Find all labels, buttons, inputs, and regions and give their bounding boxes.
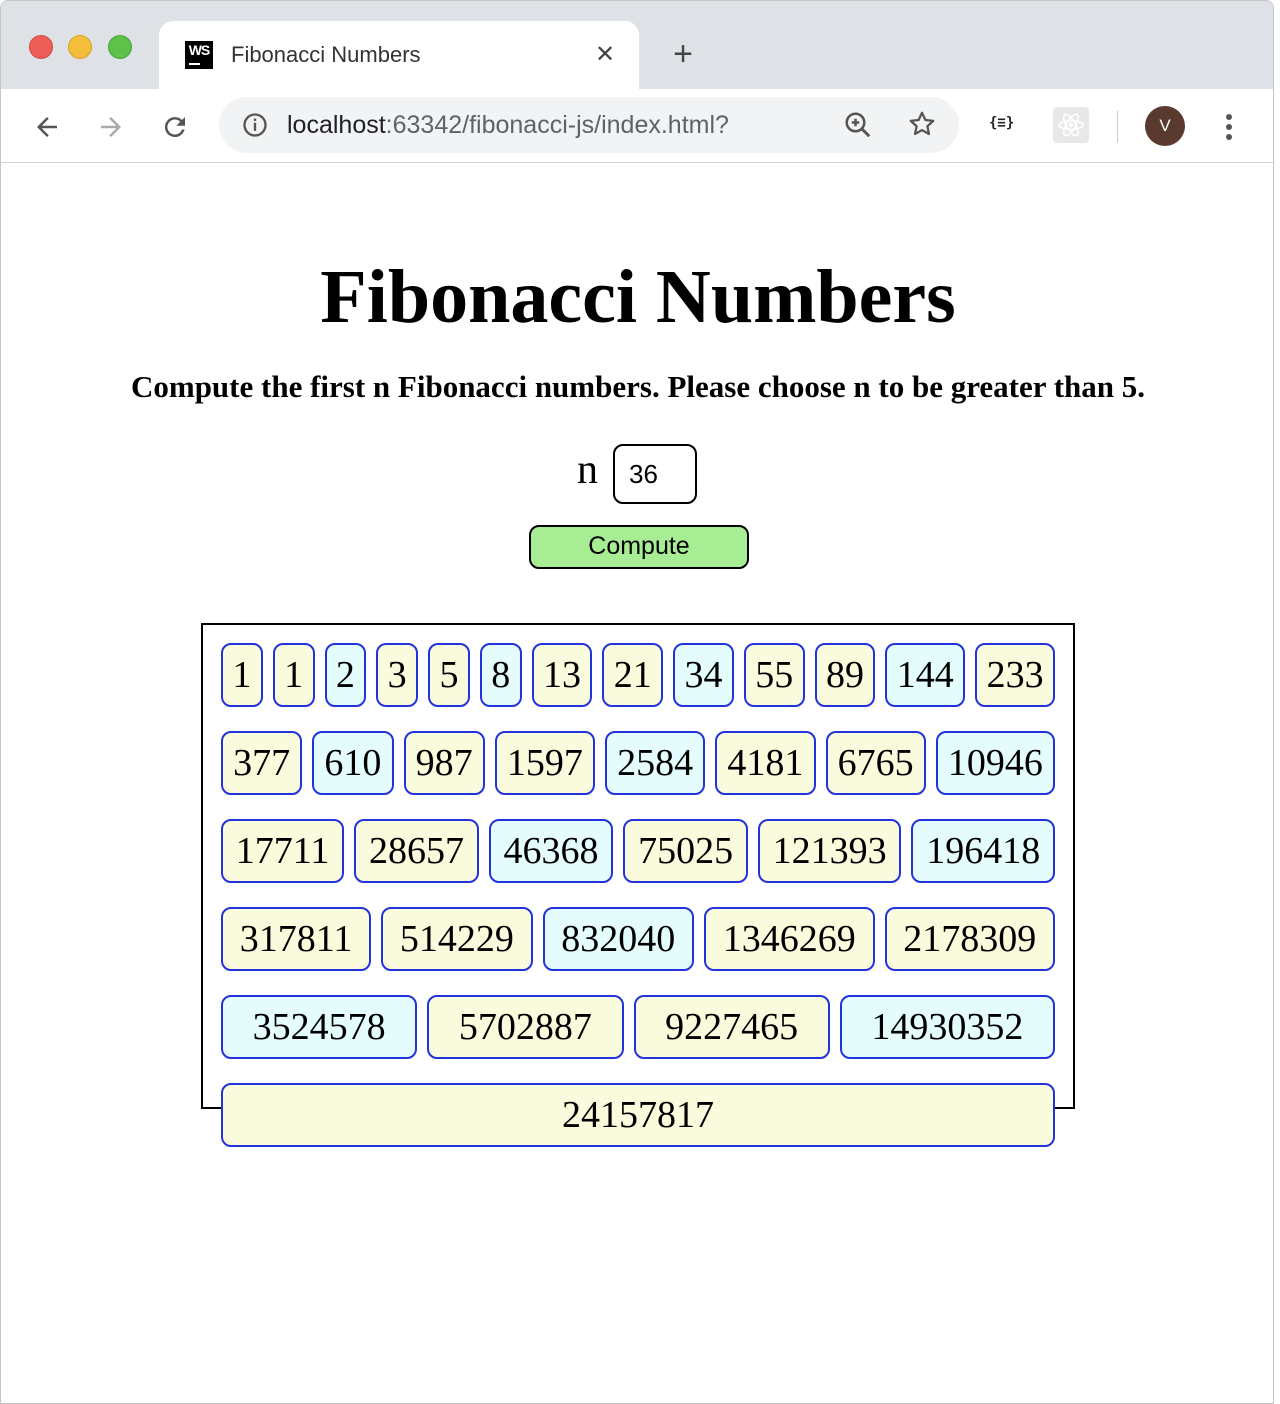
fibonacci-number-box: 34 (673, 643, 734, 707)
new-tab-icon[interactable]: + (665, 37, 701, 73)
fibonacci-number-box: 317811 (221, 907, 372, 971)
fibonacci-number-box: 9227465 (633, 995, 830, 1059)
url-path: :63342/fibonacci-js/index.html? (385, 111, 729, 139)
fibonacci-number-box: 89 (814, 643, 876, 707)
back-arrow-icon[interactable] (29, 109, 65, 145)
n-input[interactable] (613, 444, 697, 504)
fibonacci-number-box: 832040 (542, 907, 695, 971)
fibonacci-number-box: 46368 (488, 819, 614, 883)
minimize-window-button[interactable] (68, 35, 92, 59)
fibonacci-number-box: 17711 (221, 819, 345, 883)
fibonacci-number-box: 144 (885, 643, 966, 707)
fibonacci-number-box: 24157817 (221, 1083, 1055, 1147)
fibonacci-number-box: 21 (602, 643, 664, 707)
instruction-text: Compute the first n Fibonacci numbers. P… (130, 369, 1146, 404)
react-devtools-extension-icon[interactable] (1053, 107, 1089, 143)
fibonacci-number-box: 10946 (935, 731, 1055, 795)
fibonacci-number-box: 3524578 (221, 995, 418, 1059)
close-window-button[interactable] (29, 35, 53, 59)
info-icon[interactable] (241, 111, 269, 139)
fibonacci-number-box: 6765 (825, 731, 926, 795)
reload-icon[interactable] (157, 109, 193, 145)
fibonacci-number-box: 1597 (494, 731, 595, 795)
bookmark-star-icon[interactable] (907, 109, 937, 139)
json-viewer-extension-icon[interactable]: {≡} (989, 115, 1014, 131)
fibonacci-number-box: 1 (272, 643, 315, 707)
profile-avatar[interactable]: V (1145, 106, 1185, 146)
fibonacci-number-box: 2 (324, 643, 367, 707)
toolbar-divider (1117, 111, 1118, 143)
fibonacci-number-box: 377 (221, 731, 303, 795)
fibonacci-results-panel: 1 1 2 3 5 8 13 21 34 55 89 144 233 377 610 987 1597 2584 4… (201, 623, 1075, 1147)
fibonacci-number-box: 121393 (757, 819, 902, 883)
fibonacci-number-box: 13 (531, 643, 593, 707)
fibonacci-number-box: 2584 (605, 731, 706, 795)
compute-button[interactable]: Compute (529, 525, 749, 569)
fibonacci-number-box: 987 (403, 731, 485, 795)
fibonacci-number-box: 28657 (354, 819, 479, 883)
fibonacci-number-box: 8 (479, 643, 522, 707)
browser-window: WS Fibonacci Numbers ✕ + localhost:63342… (0, 0, 1274, 1404)
fibonacci-number-box: 233 (975, 643, 1055, 707)
fibonacci-grid: 1 1 2 3 5 8 13 21 34 55 89 144 233 377 610 987 1597 2584 4… (221, 643, 1056, 1147)
fibonacci-number-box: 196418 (911, 819, 1055, 883)
fibonacci-number-box: 610 (312, 731, 394, 795)
fibonacci-number-box: 5 (428, 643, 470, 707)
fibonacci-number-box: 1 (221, 643, 263, 707)
fibonacci-number-box: 55 (743, 643, 805, 707)
page-content: Fibonacci Numbers Compute the first n Fi… (1, 164, 1273, 1403)
fibonacci-number-box: 75025 (623, 819, 748, 883)
fibonacci-number-box: 2178309 (884, 907, 1056, 971)
n-input-row: n (1, 442, 1273, 506)
url-text[interactable]: localhost:63342/fibonacci-js/index.html? (287, 111, 729, 139)
active-tab[interactable]: WS Fibonacci Numbers ✕ (159, 21, 639, 89)
fibonacci-number-box: 14930352 (839, 995, 1055, 1059)
url-host: localhost (287, 111, 386, 139)
page-title: Fibonacci Numbers (320, 255, 956, 339)
fibonacci-number-box: 514229 (381, 907, 533, 971)
forward-arrow-icon[interactable] (93, 109, 129, 145)
fibonacci-number-box: 4181 (715, 731, 816, 795)
fibonacci-number-box: 5702887 (427, 995, 624, 1059)
browser-toolbar: localhost:63342/fibonacci-js/index.html?… (1, 89, 1273, 163)
more-menu-icon[interactable] (1215, 109, 1243, 145)
tab-title: Fibonacci Numbers (231, 42, 421, 67)
tab-strip: WS Fibonacci Numbers ✕ + (1, 1, 1273, 89)
n-label: n (577, 447, 598, 493)
zoom-icon[interactable] (843, 110, 873, 140)
fibonacci-number-box: 1346269 (704, 907, 875, 971)
address-bar[interactable]: localhost:63342/fibonacci-js/index.html? (219, 97, 959, 153)
fibonacci-number-box: 3 (376, 643, 419, 707)
webstorm-favicon-icon: WS (185, 41, 213, 69)
close-tab-icon[interactable]: ✕ (591, 41, 619, 69)
maximize-window-button[interactable] (108, 35, 132, 59)
